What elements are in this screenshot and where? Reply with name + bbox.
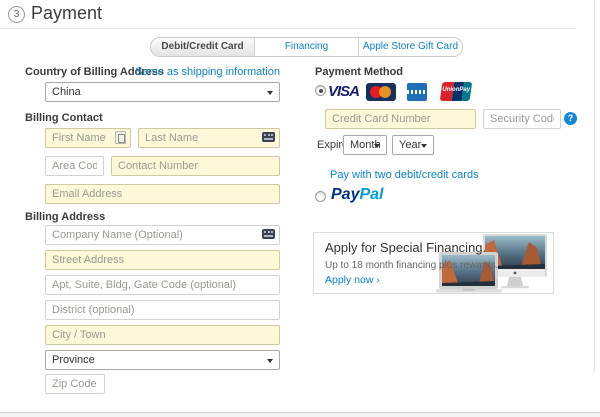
area-code-input[interactable] — [45, 156, 104, 176]
chevron-down-icon — [267, 359, 273, 363]
mastercard-logo-icon — [366, 83, 396, 101]
billing-contact-heading: Billing Contact — [25, 112, 103, 124]
apt-suite-field — [45, 275, 280, 295]
country-select-value: China — [52, 86, 81, 98]
company-name-field — [45, 225, 280, 245]
keyboard-icon — [262, 229, 275, 239]
zip-code-field — [45, 374, 105, 394]
ime-indicator-icon — [115, 131, 126, 144]
unionpay-logo-icon: UnionPay — [440, 82, 473, 101]
special-financing-promo: Apply for Special Financing. Up to 18 mo… — [313, 232, 554, 294]
expiry-month-select[interactable]: Month — [343, 135, 387, 155]
keyboard-icon — [262, 132, 275, 142]
apply-now-link[interactable]: Apply now › — [325, 274, 380, 286]
province-select-value: Province — [52, 354, 95, 366]
district-field — [45, 300, 280, 320]
area-code-field — [45, 156, 104, 176]
paypal-radio[interactable] — [315, 191, 326, 202]
street-address-input[interactable] — [45, 250, 280, 270]
credit-card-number-input[interactable] — [325, 109, 476, 129]
last-name-field — [138, 128, 280, 148]
paypal-logo-pal: Pal — [359, 186, 383, 203]
street-address-field — [45, 250, 280, 270]
promo-subtitle: Up to 18 month financing plus rewards. — [325, 260, 498, 271]
page-title: Payment — [31, 3, 102, 24]
payment-section: 3 Payment Debit/Credit Card Financing Ap… — [0, 0, 600, 417]
city-town-field — [45, 325, 280, 345]
city-town-input[interactable] — [45, 325, 280, 345]
header-divider — [0, 28, 576, 29]
chevron-down-icon — [374, 144, 380, 148]
payment-method-heading: Payment Method — [315, 66, 403, 78]
district-input[interactable] — [45, 300, 280, 320]
pay-with-two-cards-link[interactable]: Pay with two debit/credit cards — [330, 169, 479, 181]
expiry-year-select[interactable]: Year — [392, 135, 434, 155]
tab-financing[interactable]: Financing — [255, 38, 359, 56]
content-right-border — [594, 0, 595, 372]
contact-number-input[interactable] — [111, 156, 280, 176]
security-code-input[interactable] — [483, 109, 561, 129]
paypal-logo[interactable]: PayPal — [331, 186, 383, 204]
tab-debit-credit-card[interactable]: Debit/Credit Card — [151, 38, 255, 56]
apt-suite-input[interactable] — [45, 275, 280, 295]
amex-logo-icon — [407, 83, 427, 101]
billing-address-heading: Billing Address — [25, 211, 105, 223]
visa-logo-icon: VISA — [328, 83, 359, 100]
same-as-shipping-link[interactable]: Same as shipping information — [135, 66, 280, 78]
expiry-year-value: Year — [399, 139, 421, 151]
credit-card-radio[interactable] — [315, 85, 326, 96]
promo-title: Apply for Special Financing. — [325, 240, 486, 255]
step-number-badge: 3 — [8, 6, 25, 23]
province-select[interactable]: Province — [45, 350, 280, 370]
payment-type-tabs: Debit/Credit Card Financing Apple Store … — [150, 37, 463, 57]
chevron-down-icon — [421, 144, 427, 148]
paypal-logo-pay: Pay — [331, 186, 359, 203]
country-select[interactable]: China — [45, 82, 280, 102]
unionpay-logo-text: UnionPay — [441, 87, 471, 93]
zip-code-input[interactable] — [45, 374, 105, 394]
contact-number-field — [111, 156, 280, 176]
next-section-strip — [0, 413, 600, 417]
email-input[interactable] — [45, 184, 280, 204]
last-name-input[interactable] — [138, 128, 280, 148]
security-code-field — [483, 109, 561, 129]
tab-apple-store-gift-card[interactable]: Apple Store Gift Card — [359, 38, 462, 56]
security-code-help-icon[interactable]: ? — [564, 112, 577, 125]
email-field — [45, 184, 280, 204]
credit-card-number-field — [325, 109, 476, 129]
chevron-down-icon — [267, 91, 273, 95]
company-name-input[interactable] — [45, 225, 280, 245]
first-name-field — [45, 128, 131, 148]
